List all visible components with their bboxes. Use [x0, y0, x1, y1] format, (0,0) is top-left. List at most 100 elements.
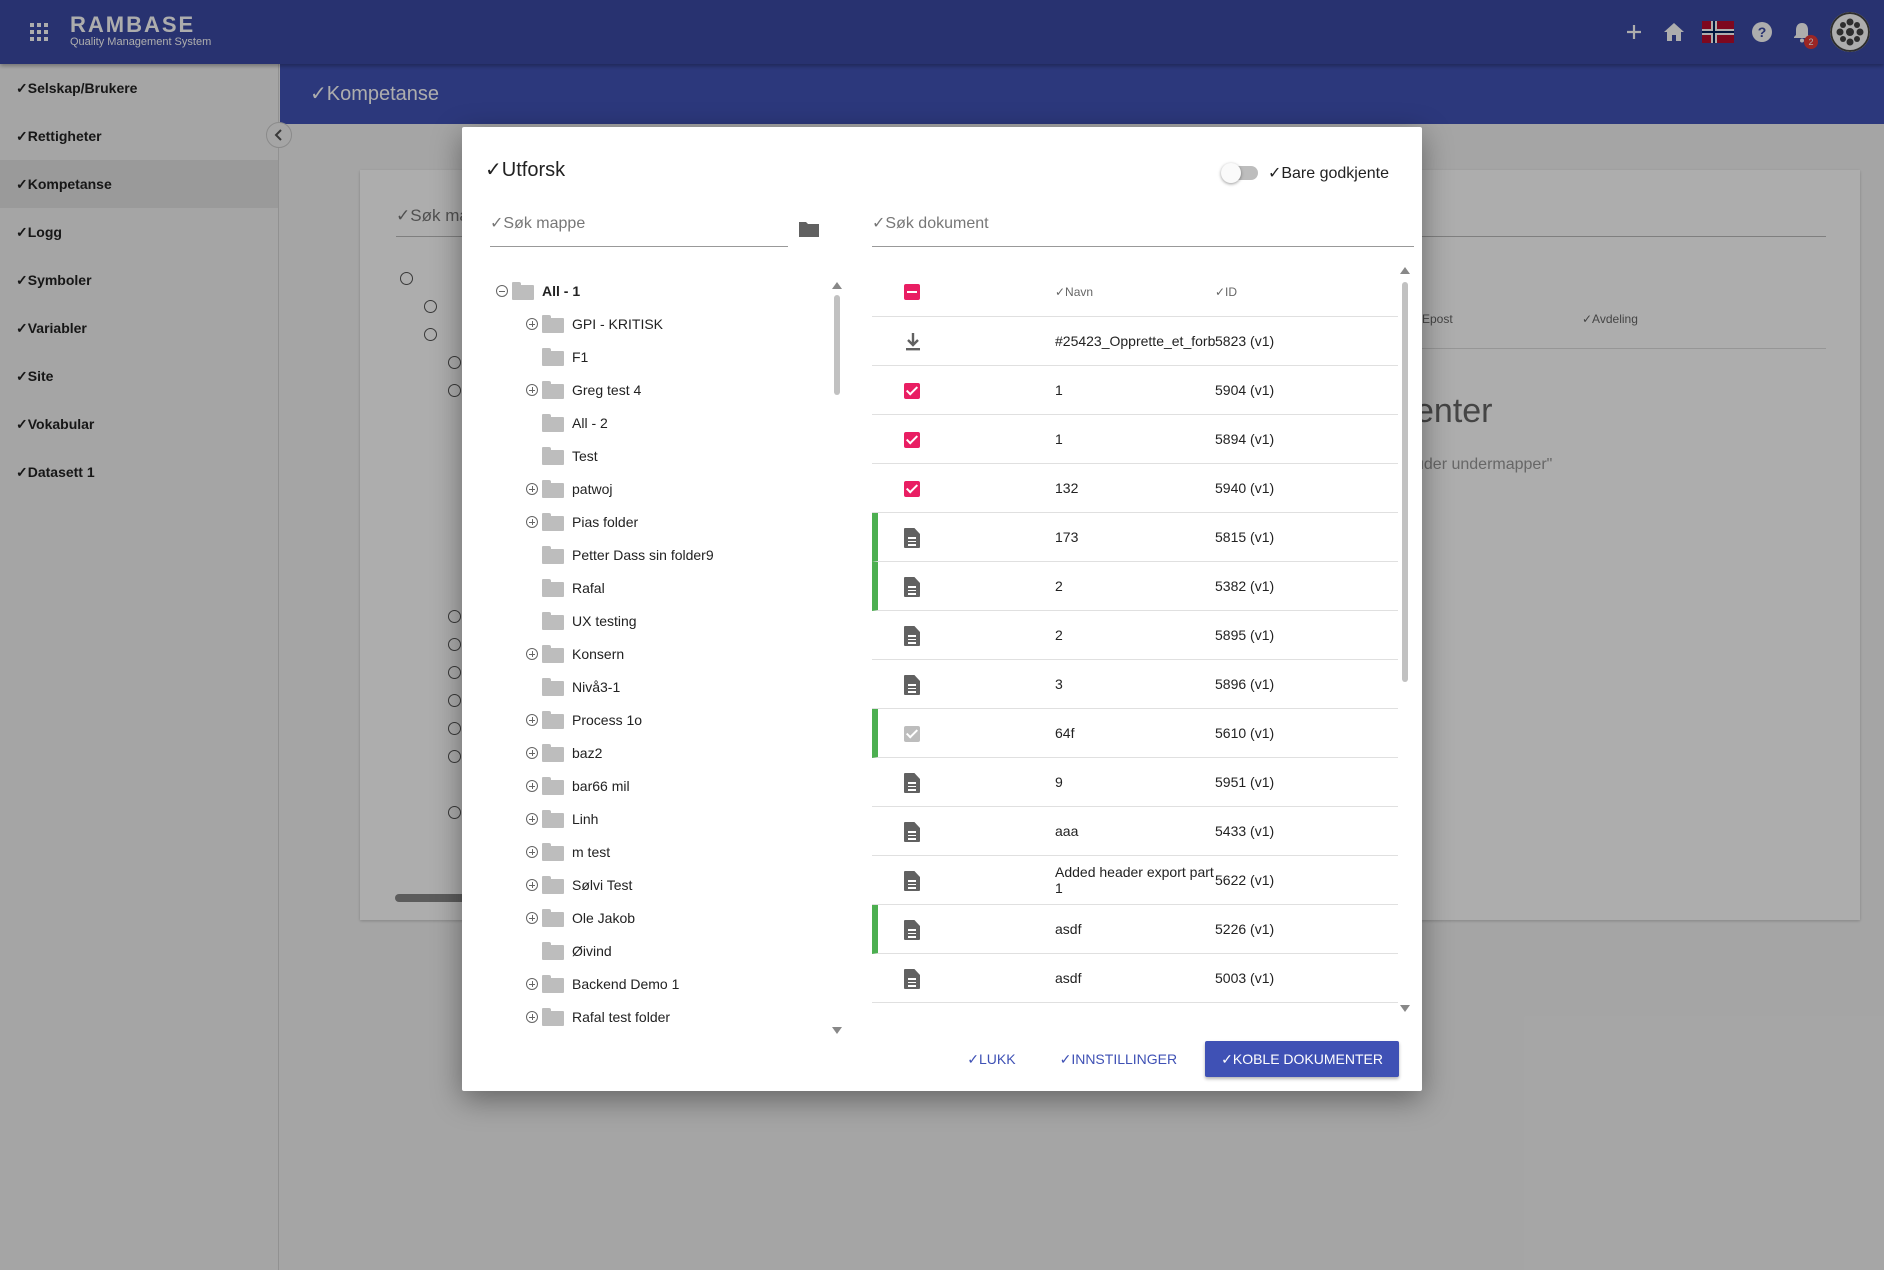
tree-node-label: All - 1 — [542, 283, 581, 299]
document-icon[interactable] — [904, 822, 924, 842]
column-header-id[interactable]: ✓ID — [1215, 285, 1237, 299]
expand-plus-icon[interactable] — [526, 912, 538, 924]
scroll-down-arrow-icon[interactable] — [1400, 1005, 1410, 1012]
scroll-up-arrow-icon[interactable] — [832, 282, 842, 289]
document-id: 5823 (v1) — [1215, 333, 1275, 349]
tree-node[interactable]: Konsern — [492, 638, 812, 671]
checked-checkbox-icon[interactable] — [904, 479, 924, 499]
tree-node[interactable]: Test — [492, 440, 812, 473]
scroll-down-arrow-icon[interactable] — [832, 1027, 842, 1034]
tree-node[interactable]: F1 — [492, 341, 812, 374]
folder-icon — [542, 546, 564, 564]
download-icon[interactable] — [904, 332, 924, 352]
tree-node[interactable]: All - 2 — [492, 407, 812, 440]
expand-plus-icon[interactable] — [526, 318, 538, 330]
folder-tree-scrollbar[interactable] — [832, 282, 842, 1034]
document-name: 2 — [1055, 627, 1063, 643]
document-icon[interactable] — [904, 920, 924, 940]
tree-node-label: Greg test 4 — [572, 382, 642, 398]
document-table-scrollbar[interactable] — [1400, 267, 1410, 1012]
document-name: 9 — [1055, 774, 1063, 790]
settings-button[interactable]: ✓INNSTILLINGER — [1044, 1041, 1194, 1077]
table-row[interactable]: 132 5940 (v1) — [872, 464, 1398, 513]
document-icon[interactable] — [904, 969, 924, 989]
scrollbar-thumb[interactable] — [834, 295, 840, 395]
expand-plus-icon[interactable] — [526, 384, 538, 396]
explore-dialog: ✓Utforsk ✓Bare godkjente ✓Søk mappe ✓Søk… — [462, 127, 1422, 1091]
tree-node-label: All - 2 — [572, 415, 608, 431]
tree-node[interactable]: m test — [492, 836, 812, 869]
tree-node[interactable]: Pias folder — [492, 506, 812, 539]
table-row[interactable]: 2 5895 (v1) — [872, 611, 1398, 660]
document-name: asdf — [1055, 970, 1082, 986]
link-documents-button[interactable]: ✓KOBLE DOKUMENTER — [1205, 1041, 1399, 1077]
expand-plus-icon[interactable] — [526, 648, 538, 660]
expand-plus-icon[interactable] — [526, 714, 538, 726]
table-row[interactable]: Added header export part 1 5622 (v1) — [872, 856, 1398, 905]
expand-plus-icon[interactable] — [526, 780, 538, 792]
toggle-switch[interactable] — [1220, 163, 1258, 183]
document-icon[interactable] — [904, 626, 924, 646]
tree-node[interactable]: Backend Demo 1 — [492, 968, 812, 1001]
table-row[interactable]: #25423_Opprette_et_forb 5823 (v1) — [872, 317, 1398, 366]
table-row[interactable]: 1 5904 (v1) — [872, 366, 1398, 415]
tree-node[interactable]: Rafal test folder — [492, 1001, 812, 1030]
document-icon[interactable] — [904, 577, 924, 597]
collapse-minus-icon[interactable] — [496, 285, 508, 297]
table-row[interactable]: 64f 5610 (v1) — [872, 709, 1398, 758]
table-row[interactable]: 2 5382 (v1) — [872, 562, 1398, 611]
tree-node[interactable]: patwoj — [492, 473, 812, 506]
tree-node-label: Pias folder — [572, 514, 639, 530]
document-icon[interactable] — [904, 871, 924, 891]
tree-node[interactable]: GPI - KRITISK — [492, 308, 812, 341]
table-row[interactable]: aaa 5433 (v1) — [872, 807, 1398, 856]
scrollbar-thumb[interactable] — [1402, 282, 1408, 682]
document-search-input[interactable]: ✓Søk dokument — [872, 213, 1414, 247]
table-row[interactable]: 1 5894 (v1) — [872, 415, 1398, 464]
scroll-up-arrow-icon[interactable] — [1400, 267, 1410, 274]
close-button[interactable]: ✓LUKK — [951, 1041, 1031, 1077]
table-header-row: ✓Navn ✓ID — [872, 267, 1398, 317]
approved-only-toggle[interactable]: ✓Bare godkjente — [1220, 163, 1389, 183]
document-id: 5815 (v1) — [1215, 529, 1275, 545]
tree-node[interactable]: Process 1o — [492, 704, 812, 737]
tree-node[interactable]: All - 1 — [492, 275, 812, 308]
tree-node[interactable]: Linh — [492, 803, 812, 836]
table-row[interactable]: asdf 5003 (v1) — [872, 954, 1398, 1003]
expand-plus-icon[interactable] — [526, 516, 538, 528]
expand-plus-icon[interactable] — [526, 846, 538, 858]
tree-node[interactable]: Petter Dass sin folder9 — [492, 539, 812, 572]
disabled-checked-checkbox-icon[interactable] — [904, 724, 924, 744]
document-icon[interactable] — [904, 773, 924, 793]
table-row[interactable]: 173 5815 (v1) — [872, 513, 1398, 562]
folder-search-input[interactable]: ✓Søk mappe — [490, 213, 788, 247]
expand-plus-icon[interactable] — [526, 483, 538, 495]
tree-node[interactable]: Nivå3-1 — [492, 671, 812, 704]
document-icon[interactable] — [904, 675, 924, 695]
expand-plus-icon[interactable] — [526, 879, 538, 891]
tree-node[interactable]: Rafal — [492, 572, 812, 605]
tree-node[interactable]: bar66 mil — [492, 770, 812, 803]
expand-plus-icon[interactable] — [526, 747, 538, 759]
document-name: 1 — [1055, 431, 1063, 447]
expand-plus-icon[interactable] — [526, 978, 538, 990]
column-header-name[interactable]: ✓Navn — [1055, 285, 1093, 299]
select-all-checkbox[interactable] — [904, 284, 920, 300]
tree-node[interactable]: Ole Jakob — [492, 902, 812, 935]
tree-node[interactable]: Øivind — [492, 935, 812, 968]
tree-node-label: Konsern — [572, 646, 625, 662]
table-row[interactable]: asdf 5226 (v1) — [872, 905, 1398, 954]
document-icon[interactable] — [904, 528, 924, 548]
table-body: #25423_Opprette_et_forb 5823 (v1) 1 5904 (v… — [872, 317, 1398, 1003]
expand-plus-icon[interactable] — [526, 1011, 538, 1023]
expand-plus-icon[interactable] — [526, 813, 538, 825]
tree-node[interactable]: UX testing — [492, 605, 812, 638]
checked-checkbox-icon[interactable] — [904, 430, 924, 450]
folder-icon[interactable] — [798, 220, 820, 243]
checked-checkbox-icon[interactable] — [904, 381, 924, 401]
tree-node[interactable]: baz2 — [492, 737, 812, 770]
table-row[interactable]: 3 5896 (v1) — [872, 660, 1398, 709]
tree-node[interactable]: Sølvi Test — [492, 869, 812, 902]
table-row[interactable]: 9 5951 (v1) — [872, 758, 1398, 807]
tree-node[interactable]: Greg test 4 — [492, 374, 812, 407]
